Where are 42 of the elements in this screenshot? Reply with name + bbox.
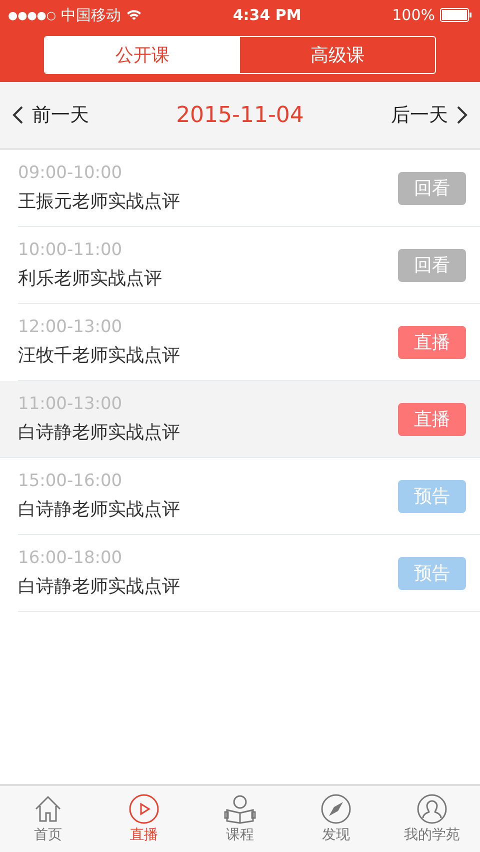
session-row[interactable]: 10:00-11:00 利乐老师实战点评 回看 — [18, 227, 480, 304]
session-row[interactable]: 09:00-10:00 王振元老师实战点评 回看 — [18, 150, 480, 227]
home-icon — [33, 794, 63, 824]
carrier-name: 中国移动 — [61, 6, 121, 24]
session-title: 白诗静老师实战点评 — [18, 421, 181, 444]
session-time: 09:00-10:00 — [18, 163, 124, 183]
clock-time: 4:34 PM — [232, 6, 302, 24]
session-time: 15:00-16:00 — [18, 471, 124, 491]
play-icon — [129, 794, 159, 824]
session-time: 12:00-13:00 — [18, 317, 124, 337]
session-row[interactable]: 11:00-13:00 白诗静老师实战点评 直播 — [0, 381, 480, 458]
tab-bar-item[interactable]: 课程 — [192, 786, 288, 852]
current-date: 2015-11-04 — [176, 102, 304, 128]
chevron-left-icon — [12, 105, 24, 125]
signal-dots: ●●●●○ — [8, 8, 56, 22]
battery-icon — [440, 8, 472, 22]
tab-bar-item[interactable]: 我的学苑 — [384, 786, 480, 852]
previous-day-link[interactable]: 前一天 — [12, 102, 89, 128]
session-row[interactable]: 16:00-18:00 白诗静老师实战点评 预告 — [18, 535, 480, 612]
session-time: 16:00-18:00 — [18, 548, 124, 568]
session-title: 利乐老师实战点评 — [18, 267, 163, 290]
session-time: 10:00-11:00 — [18, 240, 124, 260]
session-time: 11:00-13:00 — [18, 394, 124, 414]
session-title: 汪牧千老师实战点评 — [18, 344, 181, 367]
session-title: 王振元老师实战点评 — [18, 190, 181, 213]
compass-icon — [321, 794, 351, 824]
tab-bar-item[interactable]: 首页 — [0, 786, 96, 852]
wifi-icon — [126, 9, 142, 21]
tab-bar-item[interactable]: 发现 — [288, 786, 384, 852]
next-day-link[interactable]: 后一天 — [390, 102, 468, 128]
battery-percent: 100% — [392, 6, 435, 24]
session-row[interactable]: 15:00-16:00 白诗静老师实战点评 预告 — [18, 458, 480, 535]
status-button[interactable]: 直播 — [398, 402, 466, 436]
segment-tab[interactable]: 公开课 — [45, 37, 240, 73]
session-title: 白诗静老师实战点评 — [18, 498, 181, 521]
person-icon — [417, 794, 447, 824]
status-button[interactable]: 直播 — [398, 326, 466, 358]
session-title: 白诗静老师实战点评 — [18, 575, 181, 598]
tab-bar-item[interactable]: 直播 — [96, 786, 192, 852]
reader-icon — [223, 794, 257, 824]
segment-tab[interactable]: 高级课 — [240, 37, 435, 73]
chevron-right-icon — [456, 105, 468, 125]
